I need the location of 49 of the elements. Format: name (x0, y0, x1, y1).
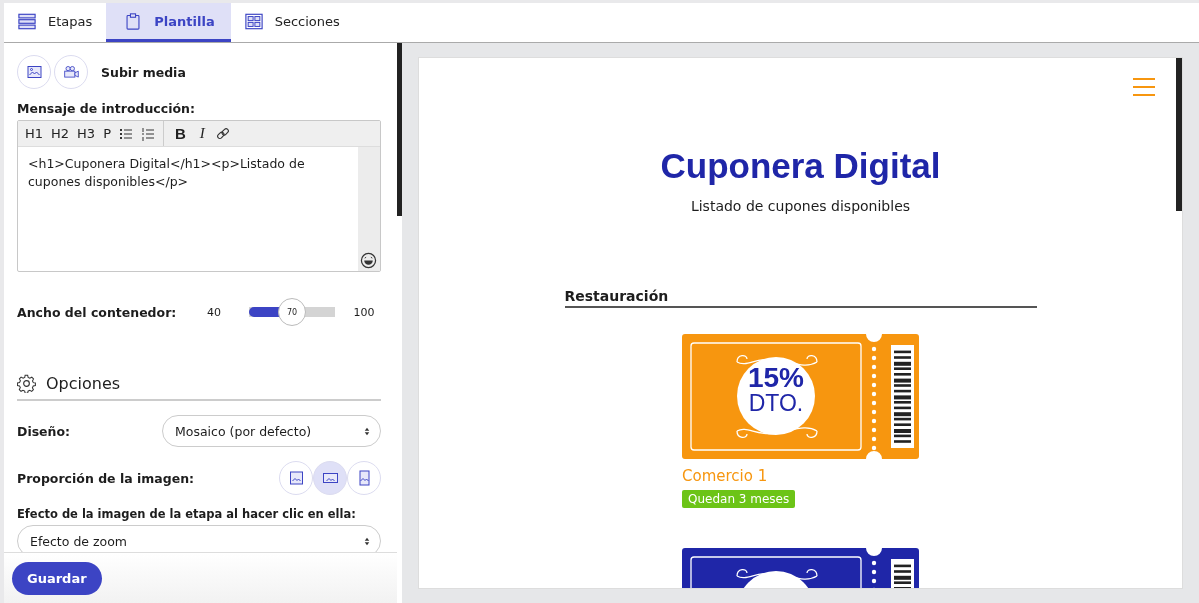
link-icon (215, 126, 230, 141)
image-icon (321, 470, 339, 486)
heading-button[interactable]: H3 (73, 121, 100, 146)
slider-label: Ancho del contenedor: (17, 304, 178, 320)
category-heading: Restauración (564, 288, 1037, 308)
tab[interactable]: Plantilla (106, 3, 231, 42)
merchant-name: Comercio 1 (682, 467, 768, 485)
list-icon (18, 12, 36, 30)
aspect-ratio-button[interactable] (279, 461, 313, 495)
field-label: Proporción de la imagen: (17, 470, 195, 486)
page-title: Cuponera Digital (660, 146, 941, 186)
image-icon (25, 64, 43, 80)
scrollbar-thumb[interactable] (397, 43, 402, 216)
bold-button[interactable]: B (168, 121, 193, 146)
section-title: Opciones (46, 374, 121, 393)
field-label: Mensaje de introducción: (17, 101, 196, 116)
video-upload-button[interactable] (54, 55, 88, 89)
width-slider[interactable]: 70 (249, 298, 335, 326)
slider-thumb[interactable]: 70 (278, 298, 306, 326)
clipboard-icon (124, 12, 143, 30)
grid-icon (244, 12, 263, 30)
numbered-list-icon (141, 126, 155, 141)
heading-button[interactable]: P (99, 121, 115, 146)
italic-button[interactable]: I (192, 121, 212, 146)
upload-media-label: Subir media (101, 64, 186, 80)
coupon-ticket-drawing[interactable] (682, 548, 919, 588)
heading-button[interactable]: H2 (47, 121, 74, 146)
field-label: Diseño: (17, 423, 71, 439)
slider-max: 100 (352, 305, 376, 319)
field-label: Efecto de la imagen de la etapa al hacer clic en ella: (17, 507, 357, 521)
emoji-button[interactable] (358, 250, 379, 271)
save-button[interactable]: Guardar (12, 561, 102, 595)
video-camera-icon (62, 64, 80, 80)
sort-caret-icon (364, 426, 370, 436)
time-left-badge: Quedan 3 meses (682, 490, 796, 508)
image-upload-button[interactable] (17, 55, 51, 89)
aspect-ratio-button[interactable] (313, 461, 347, 495)
bullet-list-icon (119, 126, 133, 141)
discount-unit: DTO. (748, 392, 804, 415)
image-icon (287, 470, 305, 486)
settings-icon (17, 374, 36, 393)
page-subtitle: Listado de cupones disponibles (690, 198, 911, 214)
coupon-ticket-drawing[interactable] (682, 334, 919, 459)
discount-percent: 15% (747, 364, 804, 392)
editor-text[interactable]: <h1>Cuponera Digital</h1><p>Listado de cupones disponibles</p> (18, 147, 358, 271)
slider-min: 40 (206, 305, 222, 319)
scrollbar-thumb[interactable] (1176, 58, 1182, 211)
heading-button[interactable]: H1 (21, 121, 48, 146)
sort-caret-icon (364, 536, 370, 546)
